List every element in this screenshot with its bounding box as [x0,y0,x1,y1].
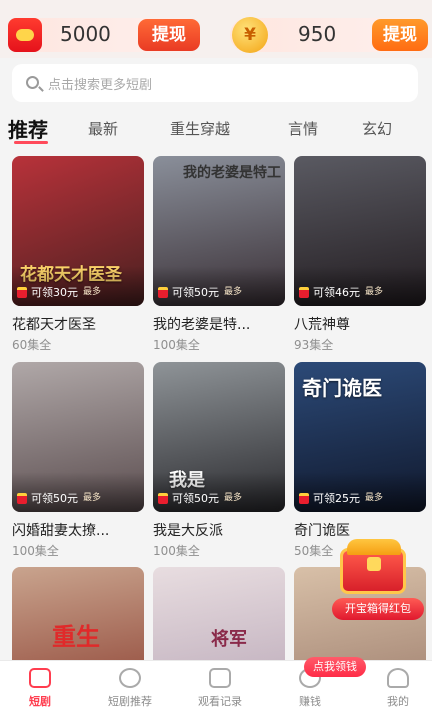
drama-title[interactable]: 八荒神尊 [294,314,426,334]
nav-item-recommend[interactable]: 短剧推荐 [94,668,166,709]
search-icon [26,76,39,89]
drama-card[interactable]: 我是 可领50元最多 我是大反派 100集全 [153,362,285,559]
drama-poster[interactable]: 我是 可领50元最多 [153,362,285,512]
red-packet-icon [299,287,309,298]
open-chest-button[interactable]: 开宝箱得红包 [332,598,424,620]
drama-poster[interactable]: 可领50元 最多 [12,362,144,512]
red-packet-icon [158,493,168,504]
tab-latest[interactable]: 最新 [88,118,118,139]
bookmark-icon [209,668,231,688]
drama-card[interactable]: 可领46元 最多 八荒神尊 93集全 [294,156,426,353]
coin-amount: 5000 [60,22,111,46]
poster-title-text: 重生 [52,623,100,651]
drama-poster[interactable]: 可领46元 最多 [294,156,426,306]
reward-tag: 可领50元 最多 [158,285,280,300]
drama-title[interactable]: 花都天才医圣 [12,314,144,334]
drama-card[interactable]: 花都天才医圣 可领30元最多 花都天才医圣 60集全 [12,156,144,353]
compass-icon [119,668,141,688]
search-placeholder[interactable]: 点击搜索更多短剧 [48,74,152,93]
treasure-chest-icon[interactable] [340,539,406,594]
nav-item-profile[interactable]: 我的 [362,668,432,709]
episode-count: 100集全 [12,544,59,558]
episode-count: 60集全 [12,338,52,352]
red-packet-icon [17,287,27,298]
yen-coin-icon: ¥ [232,17,268,53]
episode-count: 100集全 [153,338,200,352]
red-packet-icon [158,287,168,298]
tab-active-indicator [14,141,48,144]
app-screen: 5000 提现 ¥ 950 提现 点击搜索更多短剧 推荐 最新 重生穿越 言情 … [0,0,432,720]
claim-cash-badge[interactable]: 点我领钱 [304,657,366,677]
drama-title[interactable]: 闪婚甜妻太撩... [12,520,144,540]
drama-poster[interactable]: 奇门诡医 可领25元 最多 [294,362,426,512]
poster-title-text: 我的老婆是特工 [183,165,281,181]
episode-count: 93集全 [294,338,334,352]
drama-poster[interactable]: 我的老婆是特工 可领50元 最多 [153,156,285,306]
drama-poster[interactable]: 花都天才医圣 可领30元最多 [12,156,144,306]
tab-romance[interactable]: 言情 [288,118,318,139]
reward-tag: 可领50元 最多 [158,491,280,506]
reward-tag: 可领30元 最多 [17,285,139,300]
coin-withdraw-button[interactable]: 提现 [138,19,200,51]
poster-title-text: 奇门诡医 [302,376,382,400]
drama-title[interactable]: 我的老婆是特... [153,314,285,334]
person-icon [387,668,409,688]
cash-amount: 950 [298,22,337,46]
nav-item-history[interactable]: 观看记录 [184,668,256,709]
nav-item-drama[interactable]: 短剧 [4,668,76,709]
reward-tag: 可领50元 最多 [17,491,139,506]
reward-tag: 可领46元 最多 [299,285,421,300]
drama-title[interactable]: 奇门诡医 [294,520,426,540]
tab-fantasy[interactable]: 玄幻 [362,118,392,139]
drama-card[interactable]: 可领50元 最多 闪婚甜妻太撩... 100集全 [12,362,144,559]
poster-title-text: 将军 [211,629,247,650]
cash-withdraw-button[interactable]: 提现 [372,19,428,51]
red-packet-icon [299,493,309,504]
drama-card[interactable]: 我的老婆是特工 可领50元 最多 我的老婆是特... 100集全 [153,156,285,353]
episode-count: 100集全 [153,544,200,558]
drama-title[interactable]: 我是大反派 [153,520,285,540]
coin-wallet-icon [8,18,42,52]
red-packet-icon [17,493,27,504]
tab-rebirth[interactable]: 重生穿越 [170,118,230,139]
drama-card[interactable]: 奇门诡医 可领25元 最多 奇门诡医 50集全 [294,362,426,559]
balance-bar: 5000 提现 ¥ 950 提现 [0,0,432,58]
drama-icon [29,668,51,688]
tab-recommend[interactable]: 推荐 [8,114,48,143]
reward-tag: 可领25元 最多 [299,491,421,506]
